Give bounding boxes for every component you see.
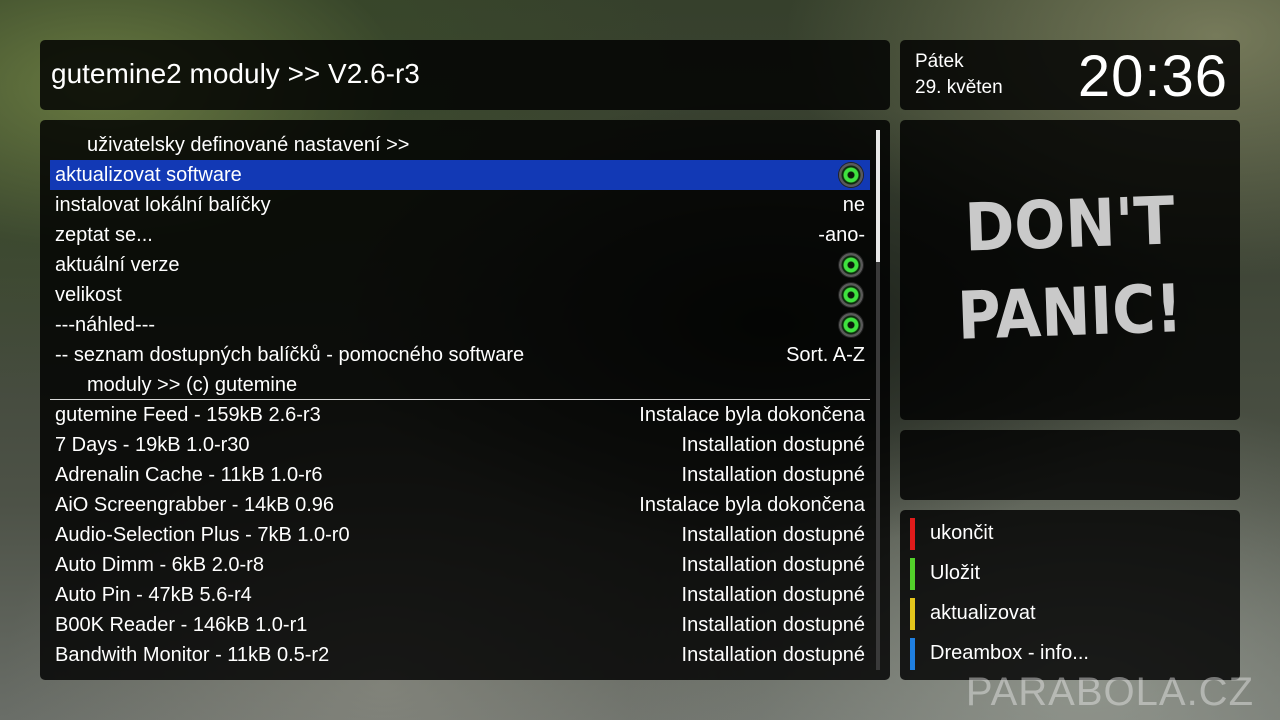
setting-label: velikost [55,284,122,306]
toggle-on-icon[interactable] [839,313,863,337]
modules-header: moduly >> (c) gutemine [50,370,870,400]
setting-user-defined[interactable]: uživatelsky definované nastavení >> [50,130,870,160]
setting-package-list-sort[interactable]: -- seznam dostupných balíčků - pomocného… [50,340,870,370]
section-label: moduly >> (c) gutemine [87,374,298,396]
package-status: Installation dostupné [681,614,865,636]
setting-install-local[interactable]: instalovat lokální balíčky ne [50,190,870,220]
dont-panic-image: DON'T PANIC! [956,182,1184,355]
clock-time: 20:36 [1077,44,1228,109]
yellow-key-icon [910,598,915,630]
key-label: ukončit [930,522,994,544]
key-label: aktualizovat [930,602,1036,624]
setting-ask[interactable]: zeptat se... -ano- [50,220,870,250]
setting-value: ne [842,194,865,216]
package-status: Installation dostupné [681,434,865,456]
package-row[interactable]: 7 Days - 19kB 1.0-r30 Installation dostu… [50,430,870,460]
package-row[interactable]: AiO Screengrabber - 14kB 0.96 Instalace … [50,490,870,520]
page-title: gutemine2 moduly >> V2.6-r3 [51,58,420,89]
package-status: Instalace byla dokončena [639,404,865,426]
blue-key-icon [910,638,915,670]
package-row[interactable]: Bandwith Monitor - 11kB 0.5-r2 Installat… [50,640,870,670]
package-status: Instalace byla dokončena [639,494,865,516]
scrollbar-thumb[interactable] [876,130,880,262]
preview-panel: DON'T PANIC! [900,120,1240,420]
package-name: B00K Reader - 146kB 1.0-r1 [55,614,308,636]
package-status: Installation dostupné [681,584,865,606]
settings-list-panel: uživatelsky definované nastavení >> aktu… [40,120,890,680]
package-name: gutemine Feed - 159kB 2.6-r3 [55,404,321,426]
key-label: Dreambox - info... [930,642,1089,664]
setting-label: aktuální verze [55,254,180,276]
setting-value: -ano- [818,224,865,246]
color-keys-panel: ukončit Uložit aktualizovat Dreambox - i… [900,510,1240,680]
setting-update-software[interactable]: aktualizovat software [50,160,870,190]
package-status: Installation dostupné [681,464,865,486]
package-row[interactable]: Audio-Selection Plus - 7kB 1.0-r0 Instal… [50,520,870,550]
green-key-icon [910,558,915,590]
toggle-on-icon[interactable] [839,163,863,187]
package-name: Adrenalin Cache - 11kB 1.0-r6 [55,464,323,486]
setting-current-version[interactable]: aktuální verze [50,250,870,280]
package-row[interactable]: Auto Dimm - 6kB 2.0-r8 Installation dost… [50,550,870,580]
setting-label: zeptat se... [55,224,153,246]
setting-preview[interactable]: ---náhled--- [50,310,870,340]
svg-text:PANIC!: PANIC! [956,270,1184,355]
toggle-on-icon[interactable] [839,283,863,307]
setting-label: instalovat lokální balíčky [55,194,271,216]
package-name: Audio-Selection Plus - 7kB 1.0-r0 [55,524,350,546]
setting-label: ---náhled--- [55,314,156,336]
package-row[interactable]: gutemine Feed - 159kB 2.6-r3 Instalace b… [50,400,870,430]
package-row[interactable]: Auto Pin - 47kB 5.6-r4 Installation dost… [50,580,870,610]
red-key-icon [910,518,915,550]
setting-value: Sort. A-Z [786,344,865,366]
package-row[interactable]: B00K Reader - 146kB 1.0-r1 Installation … [50,610,870,640]
key-label: Uložit [930,562,981,584]
package-status: Installation dostupné [681,554,865,576]
description-panel [900,430,1240,500]
setting-label: -- seznam dostupných balíčků - pomocného… [55,344,525,366]
title-panel: gutemine2 moduly >> V2.6-r3 [40,40,890,110]
package-name: Auto Pin - 47kB 5.6-r4 [55,584,252,606]
date-label: 29. květen [915,77,1003,98]
svg-text:DON'T: DON'T [963,182,1176,266]
package-name: Auto Dimm - 6kB 2.0-r8 [55,554,264,576]
package-row[interactable]: Adrenalin Cache - 11kB 1.0-r6 Installati… [50,460,870,490]
package-status: Installation dostupné [681,644,865,666]
setting-label: aktualizovat software [55,164,242,186]
setting-label: uživatelsky definované nastavení >> [87,134,410,156]
package-name: 7 Days - 19kB 1.0-r30 [55,434,250,456]
clock-panel: Pátek 29. květen 20:36 [900,40,1240,110]
package-name: Bandwith Monitor - 11kB 0.5-r2 [55,644,330,666]
setting-size[interactable]: velikost [50,280,870,310]
toggle-on-icon[interactable] [839,253,863,277]
watermark: PARABOLA.CZ [965,670,1254,714]
package-name: AiO Screengrabber - 14kB 0.96 [55,494,335,516]
package-status: Installation dostupné [681,524,865,546]
day-label: Pátek [915,51,964,72]
